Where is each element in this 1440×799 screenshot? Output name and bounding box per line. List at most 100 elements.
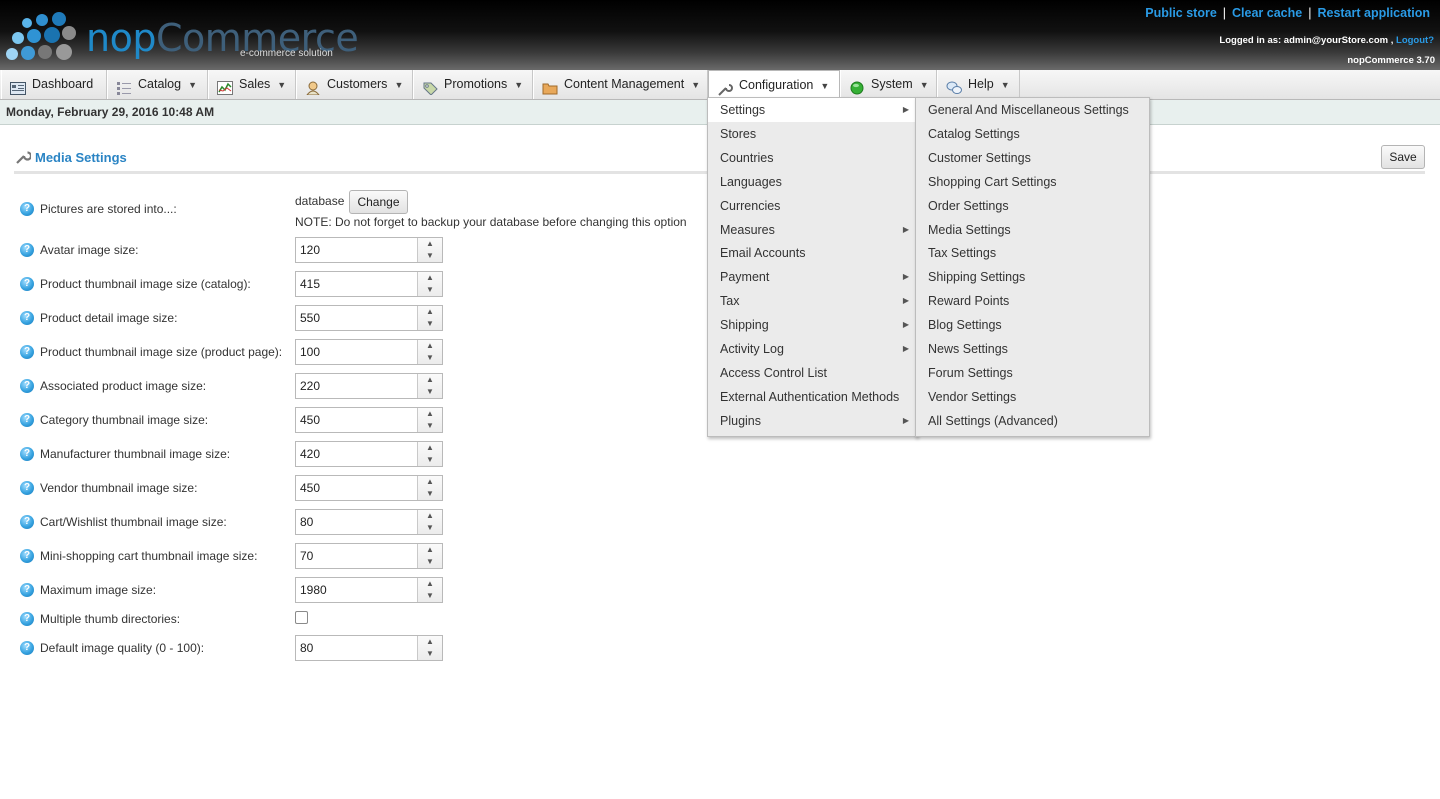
help-icon[interactable]: ? (20, 612, 34, 626)
help-icon[interactable]: ? (20, 379, 34, 393)
menu-configuration[interactable]: Configuration ▼ (708, 70, 840, 100)
multiple-thumb-checkbox[interactable] (295, 611, 308, 624)
public-store-link[interactable]: Public store (1145, 6, 1217, 20)
submenu-item-all-settings[interactable]: All Settings (Advanced) (916, 409, 1149, 433)
cart-wishlist-thumb-input[interactable] (296, 510, 418, 534)
increment-arrow-icon[interactable]: ▲ (418, 272, 442, 284)
menu-dashboard[interactable]: Dashboard (1, 70, 107, 99)
help-icon[interactable]: ? (20, 413, 34, 427)
increment-arrow-icon[interactable]: ▲ (418, 544, 442, 556)
restart-application-link[interactable]: Restart application (1317, 6, 1430, 20)
help-icon[interactable]: ? (20, 345, 34, 359)
decrement-arrow-icon[interactable]: ▼ (418, 590, 442, 602)
avatar-size-input[interactable] (296, 238, 418, 262)
decrement-arrow-icon[interactable]: ▼ (418, 420, 442, 432)
help-icon[interactable]: ? (20, 243, 34, 257)
mini-cart-thumb-input[interactable] (296, 544, 418, 568)
logout-link[interactable]: Logout? (1396, 35, 1434, 46)
increment-arrow-icon[interactable]: ▲ (418, 510, 442, 522)
help-icon[interactable]: ? (20, 515, 34, 529)
image-quality-input[interactable] (296, 636, 418, 660)
menu-item-external-authentication[interactable]: External Authentication Methods (708, 385, 917, 409)
save-button[interactable]: Save (1381, 145, 1425, 169)
menu-item-activity-log[interactable]: Activity Log ▶ (708, 337, 917, 361)
increment-arrow-icon[interactable]: ▲ (418, 408, 442, 420)
help-icon[interactable]: ? (20, 583, 34, 597)
menu-item-measures[interactable]: Measures ▶ (708, 218, 917, 242)
submenu-item-tax-settings[interactable]: Tax Settings (916, 241, 1149, 265)
associated-product-size-input[interactable] (296, 374, 418, 398)
help-icon[interactable]: ? (20, 641, 34, 655)
menu-item-access-control-list[interactable]: Access Control List (708, 361, 917, 385)
submenu-item-general-settings[interactable]: General And Miscellaneous Settings (916, 98, 1149, 122)
change-storage-button[interactable]: Change (349, 190, 408, 214)
menu-item-tax[interactable]: Tax ▶ (708, 289, 917, 313)
help-icon[interactable]: ? (20, 202, 34, 216)
menu-item-stores[interactable]: Stores (708, 122, 917, 146)
decrement-arrow-icon[interactable]: ▼ (418, 556, 442, 568)
menu-item-settings[interactable]: Settings ▶ (708, 98, 917, 122)
category-thumb-size-input[interactable] (296, 408, 418, 432)
menu-sales[interactable]: Sales ▼ (208, 70, 296, 99)
menu-item-shipping[interactable]: Shipping ▶ (708, 313, 917, 337)
menu-help[interactable]: Help ▼ (937, 70, 1020, 99)
increment-arrow-icon[interactable]: ▲ (418, 340, 442, 352)
submenu-item-catalog-settings[interactable]: Catalog Settings (916, 122, 1149, 146)
product-detail-size-input[interactable] (296, 306, 418, 330)
increment-arrow-icon[interactable]: ▲ (418, 238, 442, 250)
increment-arrow-icon[interactable]: ▲ (418, 578, 442, 590)
decrement-arrow-icon[interactable]: ▼ (418, 250, 442, 262)
submenu-item-media-settings[interactable]: Media Settings (916, 218, 1149, 242)
submenu-item-reward-points[interactable]: Reward Points (916, 289, 1149, 313)
submenu-item-blog-settings[interactable]: Blog Settings (916, 313, 1149, 337)
menu-item-email-accounts[interactable]: Email Accounts (708, 241, 917, 265)
decrement-arrow-icon[interactable]: ▼ (418, 648, 442, 660)
menu-item-currencies[interactable]: Currencies (708, 194, 917, 218)
decrement-arrow-icon[interactable]: ▼ (418, 488, 442, 500)
increment-arrow-icon[interactable]: ▲ (418, 306, 442, 318)
help-icon[interactable]: ? (20, 311, 34, 325)
settings-submenu: General And Miscellaneous Settings Catal… (915, 97, 1150, 437)
nopcommerce-logo[interactable]: nopCommerce e-commerce solution (4, 10, 359, 66)
help-icon[interactable]: ? (20, 481, 34, 495)
help-icon[interactable]: ? (20, 277, 34, 291)
increment-arrow-icon[interactable]: ▲ (418, 374, 442, 386)
menu-content-management[interactable]: Content Management ▼ (533, 70, 708, 99)
numeric-field: ▲▼ (295, 339, 443, 365)
clear-cache-link[interactable]: Clear cache (1232, 6, 1302, 20)
increment-arrow-icon[interactable]: ▲ (418, 476, 442, 488)
vendor-thumb-size-input[interactable] (296, 476, 418, 500)
menu-system[interactable]: System ▼ (840, 70, 937, 99)
decrement-arrow-icon[interactable]: ▼ (418, 352, 442, 364)
submenu-item-customer-settings[interactable]: Customer Settings (916, 146, 1149, 170)
max-image-size-input[interactable] (296, 578, 418, 602)
help-icon[interactable]: ? (20, 447, 34, 461)
decrement-arrow-icon[interactable]: ▼ (418, 522, 442, 534)
submenu-item-news-settings[interactable]: News Settings (916, 337, 1149, 361)
menu-promotions[interactable]: Promotions ▼ (413, 70, 533, 99)
increment-arrow-icon[interactable]: ▲ (418, 442, 442, 454)
decrement-arrow-icon[interactable]: ▼ (418, 386, 442, 398)
menu-catalog[interactable]: Catalog ▼ (107, 70, 208, 99)
sales-chart-icon (217, 77, 233, 95)
manufacturer-thumb-size-input[interactable] (296, 442, 418, 466)
menu-item-plugins[interactable]: Plugins ▶ (708, 409, 917, 433)
submenu-item-shopping-cart-settings[interactable]: Shopping Cart Settings (916, 170, 1149, 194)
menu-item-countries[interactable]: Countries (708, 146, 917, 170)
menu-item-languages[interactable]: Languages (708, 170, 917, 194)
wrench-icon (717, 78, 733, 96)
menu-item-payment[interactable]: Payment ▶ (708, 265, 917, 289)
decrement-arrow-icon[interactable]: ▼ (418, 284, 442, 296)
decrement-arrow-icon[interactable]: ▼ (418, 454, 442, 466)
submenu-item-forum-settings[interactable]: Forum Settings (916, 361, 1149, 385)
header-bar: nopCommerce e-commerce solution Public s… (0, 0, 1440, 70)
increment-arrow-icon[interactable]: ▲ (418, 636, 442, 648)
menu-customers[interactable]: Customers ▼ (296, 70, 413, 99)
decrement-arrow-icon[interactable]: ▼ (418, 318, 442, 330)
product-thumb-catalog-input[interactable] (296, 272, 418, 296)
product-thumb-page-input[interactable] (296, 340, 418, 364)
submenu-item-shipping-settings[interactable]: Shipping Settings (916, 265, 1149, 289)
submenu-item-vendor-settings[interactable]: Vendor Settings (916, 385, 1149, 409)
submenu-item-order-settings[interactable]: Order Settings (916, 194, 1149, 218)
help-icon[interactable]: ? (20, 549, 34, 563)
